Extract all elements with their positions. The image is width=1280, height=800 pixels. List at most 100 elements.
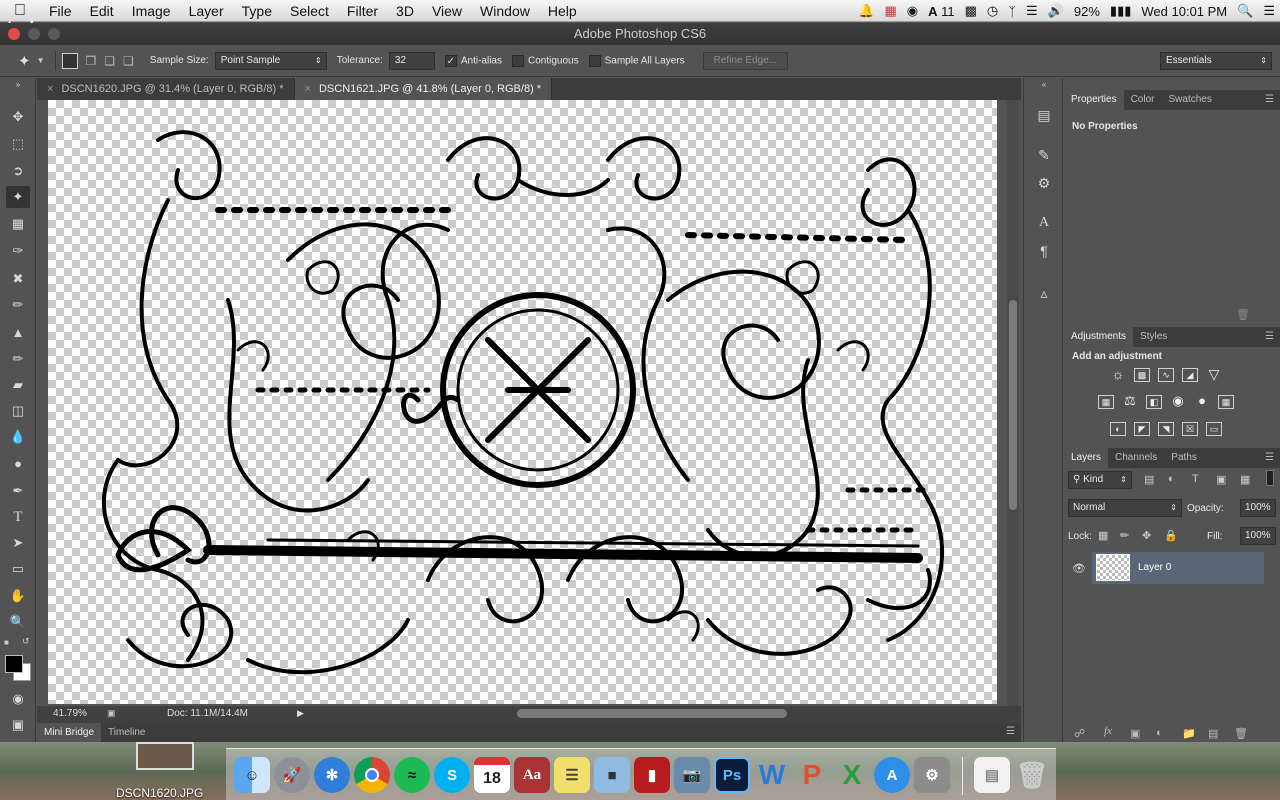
swap-colors-icon[interactable]: ↺ bbox=[22, 636, 30, 647]
history-icon[interactable]: ▤ bbox=[1032, 104, 1056, 126]
screen-mode-icon[interactable]: ▣ bbox=[6, 714, 30, 736]
posterize-icon[interactable]: ◤ bbox=[1134, 422, 1150, 436]
image-capture-icon[interactable]: 📷 bbox=[674, 757, 710, 793]
zoom-tool-icon[interactable]: 🔍 bbox=[6, 611, 30, 633]
notification-bell-icon[interactable]: 🔔 bbox=[853, 3, 879, 19]
move-tool-icon[interactable]: ✥ bbox=[6, 106, 30, 128]
calendar-icon[interactable]: 18 bbox=[474, 757, 510, 793]
menu-file[interactable]: File bbox=[40, 3, 81, 19]
skype-icon[interactable]: S bbox=[434, 757, 470, 793]
filter-toggle-icon[interactable] bbox=[1266, 470, 1274, 486]
spotify-icon[interactable]: ≈ bbox=[394, 757, 430, 793]
photoshop-icon[interactable]: Ps bbox=[714, 757, 750, 793]
opacity-input[interactable]: 100% bbox=[1240, 499, 1276, 517]
documents-stack-icon[interactable]: ▤ bbox=[974, 757, 1010, 793]
tab-styles[interactable]: Styles bbox=[1133, 327, 1174, 347]
color-balance-icon[interactable]: ⚖ bbox=[1122, 394, 1138, 409]
notification-center-icon[interactable]: ☰ bbox=[1258, 3, 1280, 19]
desktop-file-label[interactable]: DSCN1620.JPG bbox=[116, 786, 203, 800]
word-icon[interactable]: W bbox=[754, 757, 790, 793]
excel-icon[interactable]: X bbox=[834, 757, 870, 793]
crop-tool-icon[interactable]: ▦ bbox=[6, 213, 30, 235]
menu-help[interactable]: Help bbox=[539, 3, 586, 19]
menu-layer[interactable]: Layer bbox=[180, 3, 233, 19]
lock-transparent-icon[interactable]: ▦ bbox=[1098, 529, 1108, 542]
layer-row[interactable]: Layer 0 bbox=[1092, 552, 1264, 584]
battery-icon[interactable]: ▮▮▮ bbox=[1105, 3, 1136, 19]
menu-select[interactable]: Select bbox=[281, 3, 338, 19]
new-group-icon[interactable]: 📁 bbox=[1182, 727, 1196, 740]
anti-alias-option[interactable]: ✓ Anti-alias bbox=[444, 54, 502, 67]
close-tab-icon[interactable]: × bbox=[305, 83, 311, 95]
preview-icon[interactable]: ■ bbox=[594, 757, 630, 793]
launchpad-icon[interactable]: 🚀 bbox=[274, 757, 310, 793]
wifi-icon[interactable]: ☰ bbox=[1021, 3, 1043, 19]
add-to-selection-icon[interactable]: ❐ bbox=[86, 54, 97, 68]
sample-size-select[interactable]: Point Sample ⇕ bbox=[214, 51, 327, 70]
layer-style-icon[interactable]: fx bbox=[1104, 725, 1112, 737]
quick-mask-icon[interactable]: ◉ bbox=[6, 688, 30, 710]
visibility-eye-icon[interactable]: 👁 bbox=[1072, 562, 1086, 575]
tab-adjustments[interactable]: Adjustments bbox=[1064, 327, 1134, 347]
bottom-panel-menu-icon[interactable]: ☰ bbox=[1006, 726, 1015, 737]
close-window-icon[interactable] bbox=[8, 28, 20, 40]
expand-panels-icon[interactable]: « bbox=[1032, 78, 1056, 90]
layer-thumbnail[interactable] bbox=[1096, 554, 1130, 581]
3d-icon[interactable]: ▵ bbox=[1032, 282, 1056, 304]
volume-icon[interactable]: 🔊 bbox=[1043, 3, 1069, 19]
layer-name[interactable]: Layer 0 bbox=[1138, 562, 1171, 573]
panel-menu-icon[interactable]: ☰ bbox=[1265, 331, 1274, 342]
anti-alias-checkbox[interactable]: ✓ bbox=[444, 54, 457, 67]
channel-mixer-icon[interactable]: ● bbox=[1194, 394, 1210, 409]
gradient-map-icon[interactable]: ▭ bbox=[1206, 422, 1222, 436]
collapse-tools-icon[interactable]: » bbox=[6, 78, 30, 90]
hand-tool-icon[interactable]: ✋ bbox=[6, 585, 30, 607]
brush-tool-icon[interactable]: ✏ bbox=[6, 294, 30, 316]
fill-input[interactable]: 100% bbox=[1240, 527, 1276, 545]
filter-type-icon[interactable]: T bbox=[1192, 473, 1199, 485]
tab-document-1[interactable]: × DSCN1620.JPG @ 31.4% (Layer 0, RGB/8) * bbox=[37, 78, 295, 100]
filter-smart-object-icon[interactable]: ▦ bbox=[1240, 473, 1250, 486]
invert-icon[interactable]: ◐ bbox=[1110, 422, 1126, 436]
delete-layer-icon[interactable]: 🗑 bbox=[1234, 727, 1248, 740]
marquee-tool-icon[interactable]: ⬚ bbox=[6, 133, 30, 155]
toolbox-icon[interactable]: ▦ bbox=[879, 3, 901, 19]
link-layers-icon[interactable]: ☍ bbox=[1074, 727, 1085, 740]
minimize-window-icon[interactable] bbox=[28, 28, 40, 40]
refine-edge-button[interactable]: Refine Edge... bbox=[702, 51, 789, 70]
paint-bucket-tool-icon[interactable]: ◫ bbox=[6, 400, 30, 422]
app-store-icon[interactable]: A bbox=[874, 757, 910, 793]
battery-percent[interactable]: 92% bbox=[1069, 4, 1105, 19]
new-layer-icon[interactable]: ▤ bbox=[1208, 727, 1218, 740]
add-mask-icon[interactable]: ▣ bbox=[1130, 727, 1140, 740]
vibrance-icon[interactable]: ▽ bbox=[1206, 367, 1222, 382]
lock-all-icon[interactable]: 🔒 bbox=[1164, 529, 1178, 542]
trash-icon[interactable]: 🗑 bbox=[1014, 757, 1050, 793]
blur-tool-icon[interactable]: 💧 bbox=[6, 426, 30, 448]
character-icon[interactable]: A bbox=[1032, 212, 1056, 234]
magic-wand-preset-icon[interactable]: ✦ bbox=[18, 52, 31, 70]
contiguous-checkbox[interactable] bbox=[512, 54, 524, 67]
healing-brush-tool-icon[interactable]: ✖ bbox=[6, 268, 30, 290]
path-selection-tool-icon[interactable]: ➤ bbox=[6, 532, 30, 554]
workspace-select[interactable]: Essentials ⇕ bbox=[1160, 51, 1272, 70]
curves-icon[interactable]: ∿ bbox=[1158, 368, 1174, 382]
new-adjustment-layer-icon[interactable]: ◐ bbox=[1156, 727, 1163, 739]
status-menu-arrow-icon[interactable]: ▶ bbox=[297, 708, 304, 719]
brightness-contrast-icon[interactable]: ☼ bbox=[1110, 367, 1126, 382]
dictionary-icon[interactable]: Aa bbox=[514, 757, 550, 793]
layer-filter-select[interactable]: ⚲ Kind ⇕ bbox=[1068, 471, 1132, 489]
default-colors-icon[interactable]: ■ bbox=[4, 638, 9, 647]
system-preferences-icon[interactable]: ⚙ bbox=[914, 757, 950, 793]
intersect-selection-icon[interactable]: ❏ bbox=[123, 54, 134, 68]
tab-swatches[interactable]: Swatches bbox=[1161, 90, 1218, 110]
tolerance-input[interactable] bbox=[388, 51, 435, 70]
new-selection-icon[interactable] bbox=[61, 52, 78, 69]
menu-edit[interactable]: Edit bbox=[81, 3, 123, 19]
sample-all-layers-option[interactable]: Sample All Layers bbox=[588, 54, 685, 67]
lock-pixels-icon[interactable]: ✏ bbox=[1120, 529, 1129, 542]
eraser-tool-icon[interactable]: ▰ bbox=[6, 374, 30, 396]
dodge-tool-icon[interactable]: ● bbox=[6, 452, 30, 474]
threshold-icon[interactable]: ◥ bbox=[1158, 422, 1174, 436]
brush-presets-icon[interactable]: ✎ bbox=[1032, 144, 1056, 166]
